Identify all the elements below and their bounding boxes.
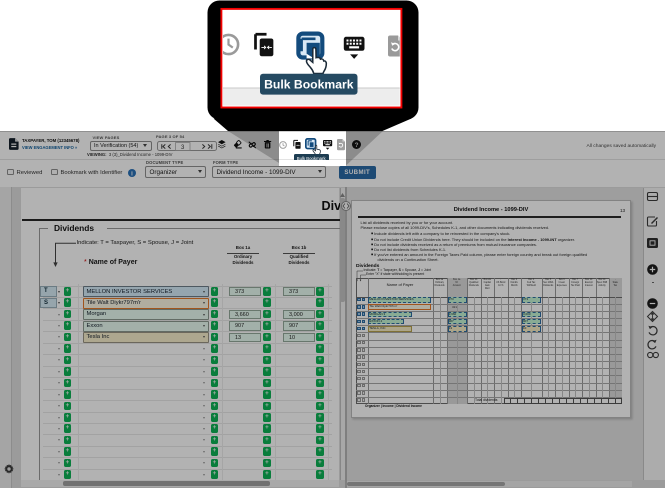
svg-text:Bulk Bookmark: Bulk Bookmark: [264, 77, 354, 91]
svg-text:?: ?: [355, 142, 359, 149]
